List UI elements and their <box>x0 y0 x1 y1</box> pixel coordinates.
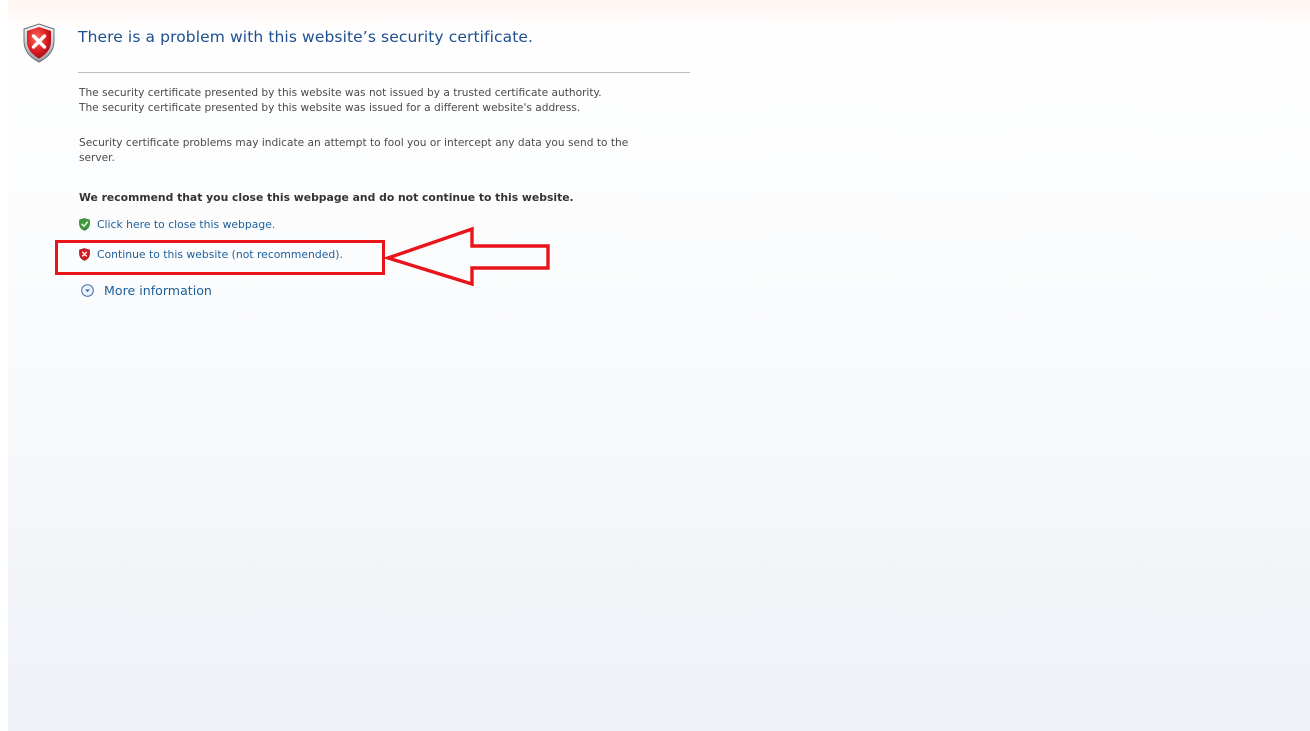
annotation-arrow <box>384 226 550 286</box>
issue-untrusted-authority: The security certificate presented by th… <box>79 87 602 99</box>
security-warning-text: Security certificate problems may indica… <box>79 136 628 166</box>
warning-line-2: server. <box>79 152 115 164</box>
certificate-error-page: There is a problem with this website’s s… <box>0 0 1310 731</box>
annotation-highlight-box <box>55 240 385 275</box>
more-information-link[interactable]: More information <box>104 283 212 298</box>
shield-check-icon <box>79 218 90 231</box>
warning-line-1: Security certificate problems may indica… <box>79 137 629 149</box>
more-information-row[interactable]: More information <box>79 283 212 298</box>
shield-error-icon <box>23 23 55 63</box>
chevron-down-circle-icon[interactable] <box>81 284 94 297</box>
issue-address-mismatch: The security certificate presented by th… <box>79 102 581 114</box>
close-webpage-link[interactable]: Click here to close this webpage. <box>97 218 275 231</box>
recommendation-text: We recommend that you close this webpage… <box>79 191 574 204</box>
certificate-issue-details: The security certificate presented by th… <box>79 86 602 116</box>
divider <box>78 72 690 73</box>
close-webpage-row: Click here to close this webpage. <box>79 218 275 231</box>
window-edge <box>0 0 8 731</box>
page-title: There is a problem with this website’s s… <box>78 28 534 46</box>
